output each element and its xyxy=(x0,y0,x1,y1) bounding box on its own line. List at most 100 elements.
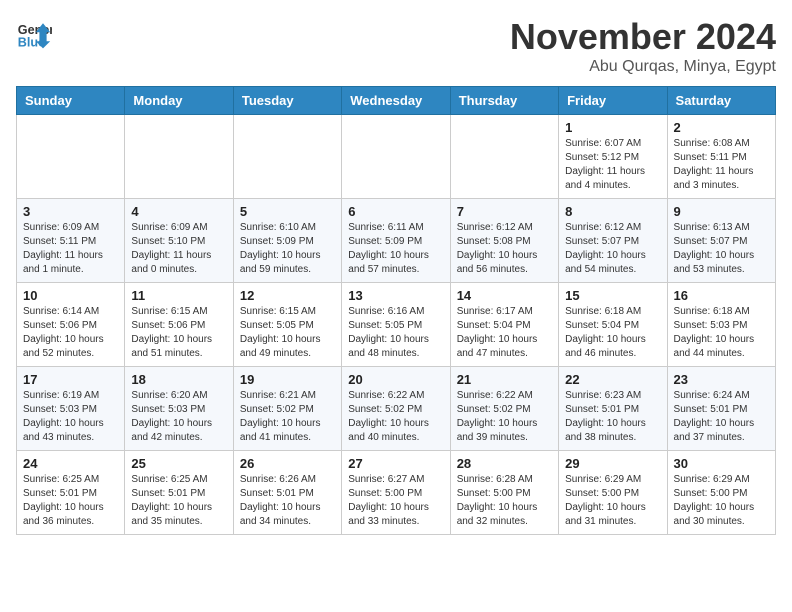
calendar-cell: 2 Sunrise: 6:08 AM Sunset: 5:11 PM Daylig… xyxy=(667,115,775,199)
day-number: 10 xyxy=(23,288,118,303)
calendar-cell: 23 Sunrise: 6:24 AM Sunset: 5:01 PM Dayli… xyxy=(667,367,775,451)
day-info: Sunrise: 6:09 AM Sunset: 5:10 PM Dayligh… xyxy=(131,221,226,277)
calendar-week-5: 24 Sunrise: 6:25 AM Sunset: 5:01 PM Dayli… xyxy=(17,451,776,535)
day-number: 1 xyxy=(565,120,660,135)
day-info: Sunrise: 6:19 AM Sunset: 5:03 PM Dayligh… xyxy=(23,389,118,445)
calendar-cell xyxy=(450,115,558,199)
calendar-cell: 7Sunrise: 6:12 AM Sunset: 5:08 PM Daylig… xyxy=(450,199,558,283)
day-info: Sunrise: 6:11 AM Sunset: 5:09 PM Dayligh… xyxy=(348,221,443,277)
day-number: 24 xyxy=(23,456,118,471)
day-number: 21 xyxy=(457,372,552,387)
calendar-week-1: 1Sunrise: 6:07 AM Sunset: 5:12 PM Daylig… xyxy=(17,115,776,199)
calendar-cell: 24 Sunrise: 6:25 AM Sunset: 5:01 PM Dayli… xyxy=(17,451,125,535)
calendar-cell: 21 Sunrise: 6:22 AM Sunset: 5:02 PM Dayli… xyxy=(450,367,558,451)
day-number: 6 xyxy=(348,204,443,219)
day-number: 14 xyxy=(457,288,552,303)
day-info: Sunrise: 6:14 AM Sunset: 5:06 PM Dayligh… xyxy=(23,305,118,361)
calendar-week-3: 10 Sunrise: 6:14 AM Sunset: 5:06 PM Dayli… xyxy=(17,283,776,367)
weekday-header-monday: Monday xyxy=(125,87,233,115)
day-number: 30 xyxy=(674,456,769,471)
calendar-cell: 1Sunrise: 6:07 AM Sunset: 5:12 PM Daylig… xyxy=(559,115,667,199)
calendar-cell: 16 Sunrise: 6:18 AM Sunset: 5:03 PM Dayli… xyxy=(667,283,775,367)
day-number: 23 xyxy=(674,372,769,387)
calendar-cell: 12 Sunrise: 6:15 AM Sunset: 5:05 PM Dayli… xyxy=(233,283,341,367)
calendar-cell: 19 Sunrise: 6:21 AM Sunset: 5:02 PM Dayli… xyxy=(233,367,341,451)
day-info: Sunrise: 6:24 AM Sunset: 5:01 PM Dayligh… xyxy=(674,389,769,445)
weekday-header-saturday: Saturday xyxy=(667,87,775,115)
calendar-cell: 9 Sunrise: 6:13 AM Sunset: 5:07 PM Daylig… xyxy=(667,199,775,283)
day-number: 7 xyxy=(457,204,552,219)
day-number: 9 xyxy=(674,204,769,219)
calendar-cell: 30 Sunrise: 6:29 AM Sunset: 5:00 PM Dayli… xyxy=(667,451,775,535)
day-number: 22 xyxy=(565,372,660,387)
day-info: Sunrise: 6:26 AM Sunset: 5:01 PM Dayligh… xyxy=(240,473,335,529)
calendar-cell: 17Sunrise: 6:19 AM Sunset: 5:03 PM Dayli… xyxy=(17,367,125,451)
day-info: Sunrise: 6:09 AM Sunset: 5:11 PM Dayligh… xyxy=(23,221,118,277)
day-number: 27 xyxy=(348,456,443,471)
title-block: November 2024 Abu Qurqas, Minya, Egypt xyxy=(510,16,776,76)
day-info: Sunrise: 6:22 AM Sunset: 5:02 PM Dayligh… xyxy=(348,389,443,445)
day-info: Sunrise: 6:21 AM Sunset: 5:02 PM Dayligh… xyxy=(240,389,335,445)
day-number: 20 xyxy=(348,372,443,387)
weekday-header-friday: Friday xyxy=(559,87,667,115)
day-number: 25 xyxy=(131,456,226,471)
day-info: Sunrise: 6:16 AM Sunset: 5:05 PM Dayligh… xyxy=(348,305,443,361)
weekday-header-tuesday: Tuesday xyxy=(233,87,341,115)
day-number: 2 xyxy=(674,120,769,135)
day-info: Sunrise: 6:08 AM Sunset: 5:11 PM Dayligh… xyxy=(674,137,769,193)
day-info: Sunrise: 6:15 AM Sunset: 5:06 PM Dayligh… xyxy=(131,305,226,361)
calendar-cell: 13Sunrise: 6:16 AM Sunset: 5:05 PM Dayli… xyxy=(342,283,450,367)
calendar-cell: 28 Sunrise: 6:28 AM Sunset: 5:00 PM Dayli… xyxy=(450,451,558,535)
weekday-header-thursday: Thursday xyxy=(450,87,558,115)
calendar-cell xyxy=(125,115,233,199)
logo: General Blue xyxy=(16,16,52,52)
day-info: Sunrise: 6:18 AM Sunset: 5:04 PM Dayligh… xyxy=(565,305,660,361)
calendar-cell: 14 Sunrise: 6:17 AM Sunset: 5:04 PM Dayli… xyxy=(450,283,558,367)
calendar-cell: 18Sunrise: 6:20 AM Sunset: 5:03 PM Dayli… xyxy=(125,367,233,451)
calendar-cell: 6 Sunrise: 6:11 AM Sunset: 5:09 PM Daylig… xyxy=(342,199,450,283)
calendar-cell: 8 Sunrise: 6:12 AM Sunset: 5:07 PM Daylig… xyxy=(559,199,667,283)
day-info: Sunrise: 6:25 AM Sunset: 5:01 PM Dayligh… xyxy=(131,473,226,529)
calendar-cell: 3Sunrise: 6:09 AM Sunset: 5:11 PM Daylig… xyxy=(17,199,125,283)
calendar-cell: 29Sunrise: 6:29 AM Sunset: 5:00 PM Dayli… xyxy=(559,451,667,535)
calendar-cell: 11Sunrise: 6:15 AM Sunset: 5:06 PM Dayli… xyxy=(125,283,233,367)
calendar-cell: 26 Sunrise: 6:26 AM Sunset: 5:01 PM Dayli… xyxy=(233,451,341,535)
day-info: Sunrise: 6:25 AM Sunset: 5:01 PM Dayligh… xyxy=(23,473,118,529)
day-number: 5 xyxy=(240,204,335,219)
day-number: 28 xyxy=(457,456,552,471)
day-info: Sunrise: 6:18 AM Sunset: 5:03 PM Dayligh… xyxy=(674,305,769,361)
day-number: 18 xyxy=(131,372,226,387)
calendar-cell: 27Sunrise: 6:27 AM Sunset: 5:00 PM Dayli… xyxy=(342,451,450,535)
day-number: 12 xyxy=(240,288,335,303)
day-info: Sunrise: 6:22 AM Sunset: 5:02 PM Dayligh… xyxy=(457,389,552,445)
day-number: 16 xyxy=(674,288,769,303)
calendar-cell: 15 Sunrise: 6:18 AM Sunset: 5:04 PM Dayli… xyxy=(559,283,667,367)
weekday-header-row: SundayMondayTuesdayWednesdayThursdayFrid… xyxy=(17,87,776,115)
calendar-week-2: 3Sunrise: 6:09 AM Sunset: 5:11 PM Daylig… xyxy=(17,199,776,283)
day-number: 8 xyxy=(565,204,660,219)
day-info: Sunrise: 6:28 AM Sunset: 5:00 PM Dayligh… xyxy=(457,473,552,529)
day-number: 26 xyxy=(240,456,335,471)
day-info: Sunrise: 6:15 AM Sunset: 5:05 PM Dayligh… xyxy=(240,305,335,361)
day-number: 19 xyxy=(240,372,335,387)
day-info: Sunrise: 6:23 AM Sunset: 5:01 PM Dayligh… xyxy=(565,389,660,445)
month-title: November 2024 xyxy=(510,16,776,58)
calendar-cell: 4Sunrise: 6:09 AM Sunset: 5:10 PM Daylig… xyxy=(125,199,233,283)
logo-icon: General Blue xyxy=(16,16,52,52)
day-number: 15 xyxy=(565,288,660,303)
calendar-cell: 25 Sunrise: 6:25 AM Sunset: 5:01 PM Dayli… xyxy=(125,451,233,535)
calendar-cell: 10 Sunrise: 6:14 AM Sunset: 5:06 PM Dayli… xyxy=(17,283,125,367)
page-header: General Blue November 2024 Abu Qurqas, M… xyxy=(16,16,776,76)
day-info: Sunrise: 6:17 AM Sunset: 5:04 PM Dayligh… xyxy=(457,305,552,361)
weekday-header-wednesday: Wednesday xyxy=(342,87,450,115)
calendar-cell: 5 Sunrise: 6:10 AM Sunset: 5:09 PM Daylig… xyxy=(233,199,341,283)
day-info: Sunrise: 6:13 AM Sunset: 5:07 PM Dayligh… xyxy=(674,221,769,277)
day-info: Sunrise: 6:10 AM Sunset: 5:09 PM Dayligh… xyxy=(240,221,335,277)
day-info: Sunrise: 6:29 AM Sunset: 5:00 PM Dayligh… xyxy=(674,473,769,529)
calendar-cell: 22 Sunrise: 6:23 AM Sunset: 5:01 PM Dayli… xyxy=(559,367,667,451)
weekday-header-sunday: Sunday xyxy=(17,87,125,115)
calendar-week-4: 17Sunrise: 6:19 AM Sunset: 5:03 PM Dayli… xyxy=(17,367,776,451)
day-info: Sunrise: 6:12 AM Sunset: 5:07 PM Dayligh… xyxy=(565,221,660,277)
calendar-cell: 20 Sunrise: 6:22 AM Sunset: 5:02 PM Dayli… xyxy=(342,367,450,451)
calendar-table: SundayMondayTuesdayWednesdayThursdayFrid… xyxy=(16,86,776,535)
